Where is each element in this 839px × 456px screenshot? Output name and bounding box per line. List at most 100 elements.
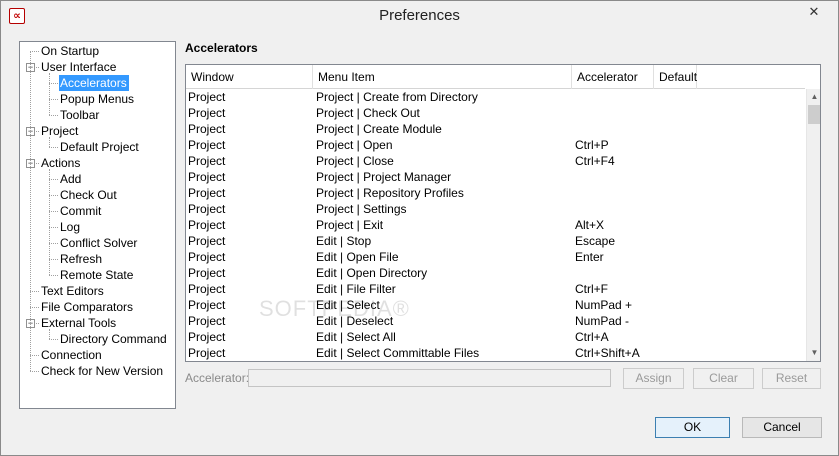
cell-default — [657, 313, 697, 329]
table-scrollbar[interactable]: ▲ ▼ — [806, 89, 820, 361]
cell-menu-item: Edit | Open Directory — [316, 266, 428, 280]
tree-item-directory-command[interactable]: Directory Command — [59, 331, 169, 347]
cell-accelerator: Ctrl+F — [575, 282, 608, 296]
table-row[interactable]: Project Edit | Select All Ctrl+A — [186, 329, 805, 345]
tree-item-project[interactable]: Project — [40, 123, 80, 139]
tree-item-actions[interactable]: Actions — [40, 155, 82, 171]
tree-item-remote-state[interactable]: Remote State — [59, 267, 135, 283]
scroll-down-icon[interactable]: ▼ — [807, 345, 820, 361]
cell-menu-item: Project | Exit — [316, 218, 384, 232]
table-row[interactable]: Project Project | Repository Profiles — [186, 185, 805, 201]
table-row[interactable]: Project Project | Close Ctrl+F4 — [186, 153, 805, 169]
table-row[interactable]: Project Edit | Stop Escape — [186, 233, 805, 249]
table-row[interactable]: Project Project | Open Ctrl+P — [186, 137, 805, 153]
cell-default — [657, 345, 697, 361]
tree-item-conflict-solver[interactable]: Conflict Solver — [59, 235, 139, 251]
table-row[interactable]: Project Edit | Select Committable Files Ct… — [186, 345, 805, 361]
preferences-tree[interactable]: On Startup User Interface − Accelerators Pop… — [19, 41, 176, 409]
scroll-up-icon[interactable]: ▲ — [807, 89, 820, 105]
table-row[interactable]: Project Project | Settings — [186, 201, 805, 217]
cell-accelerator: Enter — [575, 250, 604, 264]
tree-item-file-comparators[interactable]: File Comparators — [40, 299, 135, 315]
tree-item-accelerators[interactable]: Accelerators — [59, 75, 129, 91]
ok-button[interactable]: OK — [655, 417, 730, 438]
tree-item-check-out[interactable]: Check Out — [59, 187, 119, 203]
cell-accelerator: Ctrl+Shift+A — [575, 346, 640, 360]
cell-default — [657, 153, 697, 169]
cell-menu-item: Project | Open — [316, 138, 393, 152]
reset-button[interactable]: Reset — [762, 368, 821, 389]
table-row[interactable]: Project Edit | Open File Enter — [186, 249, 805, 265]
cell-default — [657, 169, 697, 185]
cell-accelerator — [575, 169, 655, 185]
assign-button[interactable]: Assign — [623, 368, 684, 389]
title-bar[interactable]: ∝ Preferences ✕ — [1, 1, 838, 31]
tree-item-text-editors[interactable]: Text Editors — [40, 283, 106, 299]
tree-item-toolbar[interactable]: Toolbar — [59, 107, 101, 123]
tree-connector — [49, 137, 50, 147]
tree-item-commit[interactable]: Commit — [59, 203, 103, 219]
tree-item-log[interactable]: Log — [59, 219, 82, 235]
tree-item-refresh[interactable]: Refresh — [59, 251, 104, 267]
tree-connector — [49, 243, 58, 244]
cell-default — [657, 233, 697, 249]
tree-connector — [49, 179, 58, 180]
tree-connector — [49, 115, 58, 116]
accelerator-input[interactable] — [248, 369, 611, 387]
cell-window: Project — [188, 218, 226, 232]
scrollbar-thumb[interactable] — [808, 105, 820, 124]
cell-window: Project — [188, 282, 226, 296]
tree-item-popup-menus[interactable]: Popup Menus — [59, 91, 136, 107]
tree-connector — [30, 307, 39, 308]
tree-connector — [49, 147, 58, 148]
table-row[interactable]: Project Edit | File Filter Ctrl+F — [186, 281, 805, 297]
cell-accelerator — [575, 265, 655, 281]
cell-default — [657, 297, 697, 313]
tree-connector — [49, 329, 50, 339]
table-row[interactable]: Project Project | Project Manager — [186, 169, 805, 185]
cell-menu-item: Project | Settings — [316, 202, 407, 216]
table-row[interactable]: Project Project | Create from Directory — [186, 89, 805, 105]
cell-accelerator: Escape — [575, 234, 616, 248]
cell-window: Project — [188, 202, 226, 216]
window-title: Preferences — [379, 7, 460, 24]
close-icon[interactable]: ✕ — [796, 1, 832, 23]
cell-accelerator: Ctrl+A — [575, 330, 609, 344]
tree-item-default-project[interactable]: Default Project — [59, 139, 141, 155]
cell-menu-item: Edit | Open File — [316, 250, 399, 264]
cell-window: Project — [188, 122, 226, 136]
accelerator-label: Accelerator: — [185, 371, 250, 385]
cell-window: Project — [188, 90, 226, 104]
table-row[interactable]: Project Project | Check Out — [186, 105, 805, 121]
cell-accelerator: NumPad - — [575, 314, 630, 328]
column-header-window[interactable]: Window — [186, 65, 313, 89]
cell-window: Project — [188, 234, 226, 248]
table-header: Window Menu Item Accelerator Default — [186, 65, 805, 89]
column-header-default[interactable]: Default — [654, 65, 697, 89]
cell-default — [657, 137, 697, 153]
cell-default — [657, 185, 697, 201]
cell-accelerator — [575, 185, 655, 201]
cell-accelerator: Alt+X — [575, 218, 605, 232]
tree-connector — [30, 291, 39, 292]
clear-button[interactable]: Clear — [693, 368, 754, 389]
cell-window: Project — [188, 154, 226, 168]
tree-item-connection[interactable]: Connection — [40, 347, 104, 363]
column-header-menu-item[interactable]: Menu Item — [313, 65, 572, 89]
tree-item-add[interactable]: Add — [59, 171, 83, 187]
cell-accelerator — [575, 105, 655, 121]
cell-accelerator: Ctrl+P — [575, 138, 609, 152]
cell-menu-item: Edit | Select All — [316, 330, 396, 344]
tree-item-external-tools[interactable]: External Tools — [40, 315, 118, 331]
column-header-accelerator[interactable]: Accelerator — [572, 65, 654, 89]
cell-window: Project — [188, 346, 226, 360]
table-row[interactable]: Project Project | Create Module — [186, 121, 805, 137]
cell-menu-item: Project | Create Module — [316, 122, 442, 136]
tree-item-check-for-new-version[interactable]: Check for New Version — [40, 363, 165, 379]
tree-item-on-startup[interactable]: On Startup — [40, 43, 101, 59]
tree-item-user-interface[interactable]: User Interface — [40, 59, 118, 75]
cell-window: Project — [188, 170, 226, 184]
table-row[interactable]: Project Edit | Open Directory — [186, 265, 805, 281]
table-row[interactable]: Project Project | Exit Alt+X — [186, 217, 805, 233]
cancel-button[interactable]: Cancel — [742, 417, 822, 438]
